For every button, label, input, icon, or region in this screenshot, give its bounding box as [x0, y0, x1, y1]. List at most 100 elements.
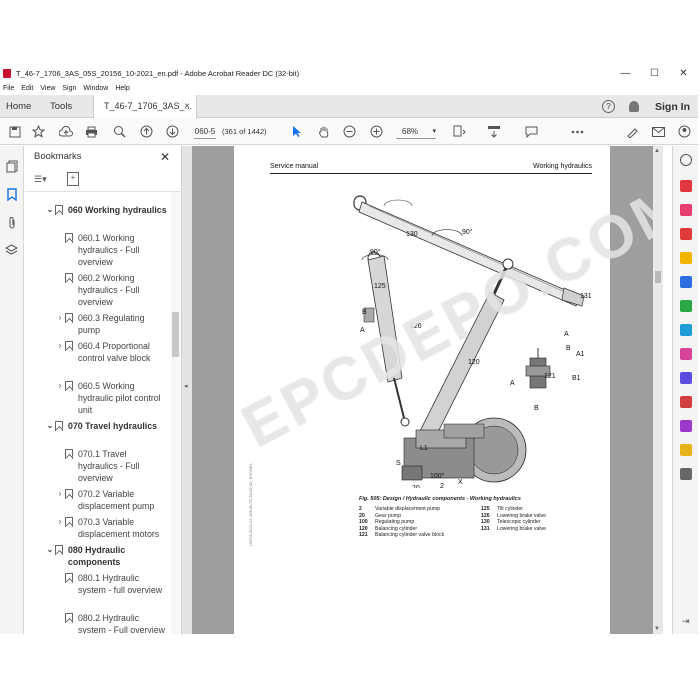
page-thumbnails-icon[interactable] [4, 160, 19, 175]
legend-text: Lowering brake valve [497, 512, 547, 519]
collapse-left-icon[interactable]: ◂ [184, 382, 188, 390]
scroll-down-icon[interactable]: ▼ [654, 626, 660, 632]
chevron-right-icon[interactable]: › [55, 516, 65, 528]
menu-edit[interactable]: Edit [21, 83, 33, 95]
tab-home[interactable]: Home [6, 95, 31, 118]
bookmark-item[interactable]: 080.2 Hydraulic system - Full overview [65, 612, 168, 634]
bookmark-flag-icon [65, 341, 73, 351]
attachments-paperclip-icon[interactable] [4, 216, 19, 231]
chevron-right-icon[interactable]: › [55, 488, 65, 500]
fill-sign-icon[interactable] [680, 348, 692, 360]
menu-file[interactable]: File [3, 83, 14, 95]
menu-window[interactable]: Window [83, 83, 108, 95]
sign-pen-icon[interactable] [625, 124, 640, 139]
close-panel-icon[interactable]: ✕ [160, 146, 170, 168]
select-cursor-icon[interactable] [289, 124, 304, 139]
legend-text: Balancing cylinder valve block [375, 532, 445, 538]
tab-document-label: T_46-7_1706_3AS_... [104, 101, 193, 111]
chevron-down-icon[interactable]: ⌄ [45, 420, 55, 432]
bookmark-item[interactable]: › 060.3 Regulating pump [59, 312, 168, 336]
account-icon[interactable] [677, 124, 692, 139]
search-tools-icon[interactable] [680, 154, 692, 166]
bookmark-item[interactable]: › 060.5 Working hydraulic pilot control u… [59, 380, 168, 416]
document-view[interactable]: Service manual Working hydraulics 130 90… [192, 146, 653, 634]
bookmark-item[interactable]: ⌄ 060 Working hydraulics [47, 204, 168, 216]
tab-document[interactable]: T_46-7_1706_3AS_... × [93, 95, 197, 118]
chevron-down-icon[interactable]: ⌄ [45, 204, 55, 216]
scroll-up-icon[interactable]: ▲ [654, 148, 660, 154]
panel-collapse-handle[interactable]: ◂ [182, 146, 192, 634]
bookmark-item[interactable]: › 070.2 Variable displacement pump [59, 488, 168, 512]
combine-files-icon[interactable] [680, 276, 692, 288]
bookmarks-scroll-thumb[interactable] [172, 312, 179, 357]
previous-page-icon[interactable] [139, 124, 154, 139]
zoom-search-icon[interactable] [112, 124, 127, 139]
bookmark-item[interactable]: ⌄ 080 Hydraulic components [47, 544, 168, 568]
page-header-right: Working hydraulics [532, 163, 592, 170]
tab-bar: Home Tools T_46-7_1706_3AS_... × ? Sign … [0, 95, 698, 118]
document-scrollbar[interactable]: ▲ ▼ [653, 146, 663, 634]
page-fit-icon[interactable] [452, 124, 467, 139]
next-page-icon[interactable] [165, 124, 180, 139]
bookmark-item[interactable]: › 060.4 Proportional control valve block [59, 340, 168, 364]
email-icon[interactable] [651, 124, 666, 139]
chevron-right-icon[interactable]: › [55, 340, 65, 352]
export-pdf-icon[interactable] [680, 180, 692, 192]
bookmark-flag-icon [65, 381, 73, 391]
bookmark-item[interactable]: 080.1 Hydraulic system - full overview [65, 572, 168, 596]
protect-icon[interactable] [680, 372, 692, 384]
create-pdf-icon[interactable] [680, 228, 692, 240]
expand-rail-icon[interactable]: ⇥ [682, 616, 690, 627]
minimize-button[interactable]: — [611, 64, 640, 83]
acrobat-app-icon [3, 69, 11, 78]
customize-tools-icon[interactable] [680, 468, 692, 480]
bookmarks-scrollbar[interactable] [171, 192, 180, 634]
close-window-button[interactable]: ✕ [669, 64, 698, 83]
save-icon[interactable] [7, 124, 22, 139]
chevron-right-icon[interactable]: › [55, 312, 65, 324]
layers-icon[interactable] [4, 244, 19, 259]
document-scroll-thumb[interactable] [655, 271, 661, 283]
upload-cloud-icon[interactable] [58, 124, 73, 139]
zoom-level-select[interactable]: 68% ▾ [396, 124, 436, 139]
edit-pdf-icon[interactable] [680, 204, 692, 216]
bookmark-item[interactable]: 060.2 Working hydraulics - Full overview [65, 272, 168, 308]
star-icon[interactable] [31, 124, 46, 139]
bookmark-options-icon[interactable]: ☰▾ [34, 174, 54, 186]
bookmark-item[interactable]: 070.1 Travel hydraulics - Full overview [65, 448, 168, 484]
bookmark-label: 080.1 Hydraulic system - full overview [78, 573, 163, 595]
notification-bell-icon[interactable] [629, 101, 639, 112]
menu-view[interactable]: View [40, 83, 55, 95]
chevron-down-icon[interactable]: ⌄ [45, 544, 55, 556]
bookmarks-panel: Bookmarks ✕ ☰▾ + ⌄ 060 Working hydraulics… [25, 146, 182, 634]
sign-in-button[interactable]: Sign In [655, 101, 690, 113]
zoom-in-icon[interactable] [369, 124, 384, 139]
help-icon[interactable]: ? [602, 100, 615, 113]
redact-icon[interactable] [680, 396, 692, 408]
comment-icon[interactable] [524, 124, 539, 139]
chevron-right-icon[interactable]: › [55, 380, 65, 392]
bookmark-item[interactable]: ⌄ 070 Travel hydraulics [47, 420, 168, 432]
page-number-input[interactable]: 060-5 [194, 124, 216, 139]
hand-tool-icon[interactable] [316, 124, 331, 139]
tab-tools[interactable]: Tools [50, 95, 72, 118]
zoom-out-icon[interactable] [342, 124, 357, 139]
bookmarks-toolbar: ☰▾ + [25, 168, 182, 192]
print-icon[interactable] [84, 124, 99, 139]
maximize-button[interactable]: ☐ [640, 64, 669, 83]
send-for-signature-icon[interactable] [680, 420, 692, 432]
add-bookmark-icon[interactable]: + [67, 172, 79, 186]
legend-text: Variable displacement pump [375, 506, 441, 512]
scan-ocr-icon[interactable] [680, 324, 692, 336]
menu-help[interactable]: Help [115, 83, 129, 95]
bookmark-item[interactable]: › 070.3 Variable displacement motors [59, 516, 168, 540]
bookmark-item[interactable]: 060.1 Working hydraulics - Full overview [65, 232, 168, 268]
share-icon[interactable] [680, 444, 692, 456]
bookmarks-icon[interactable] [4, 188, 19, 203]
organize-pages-icon[interactable] [680, 300, 692, 312]
close-tab-icon[interactable]: × [184, 95, 190, 118]
menu-sign[interactable]: Sign [62, 83, 76, 95]
comment-tool-icon[interactable] [680, 252, 692, 264]
scroll-mode-icon[interactable] [486, 124, 501, 139]
more-tools-icon[interactable] [570, 124, 585, 139]
